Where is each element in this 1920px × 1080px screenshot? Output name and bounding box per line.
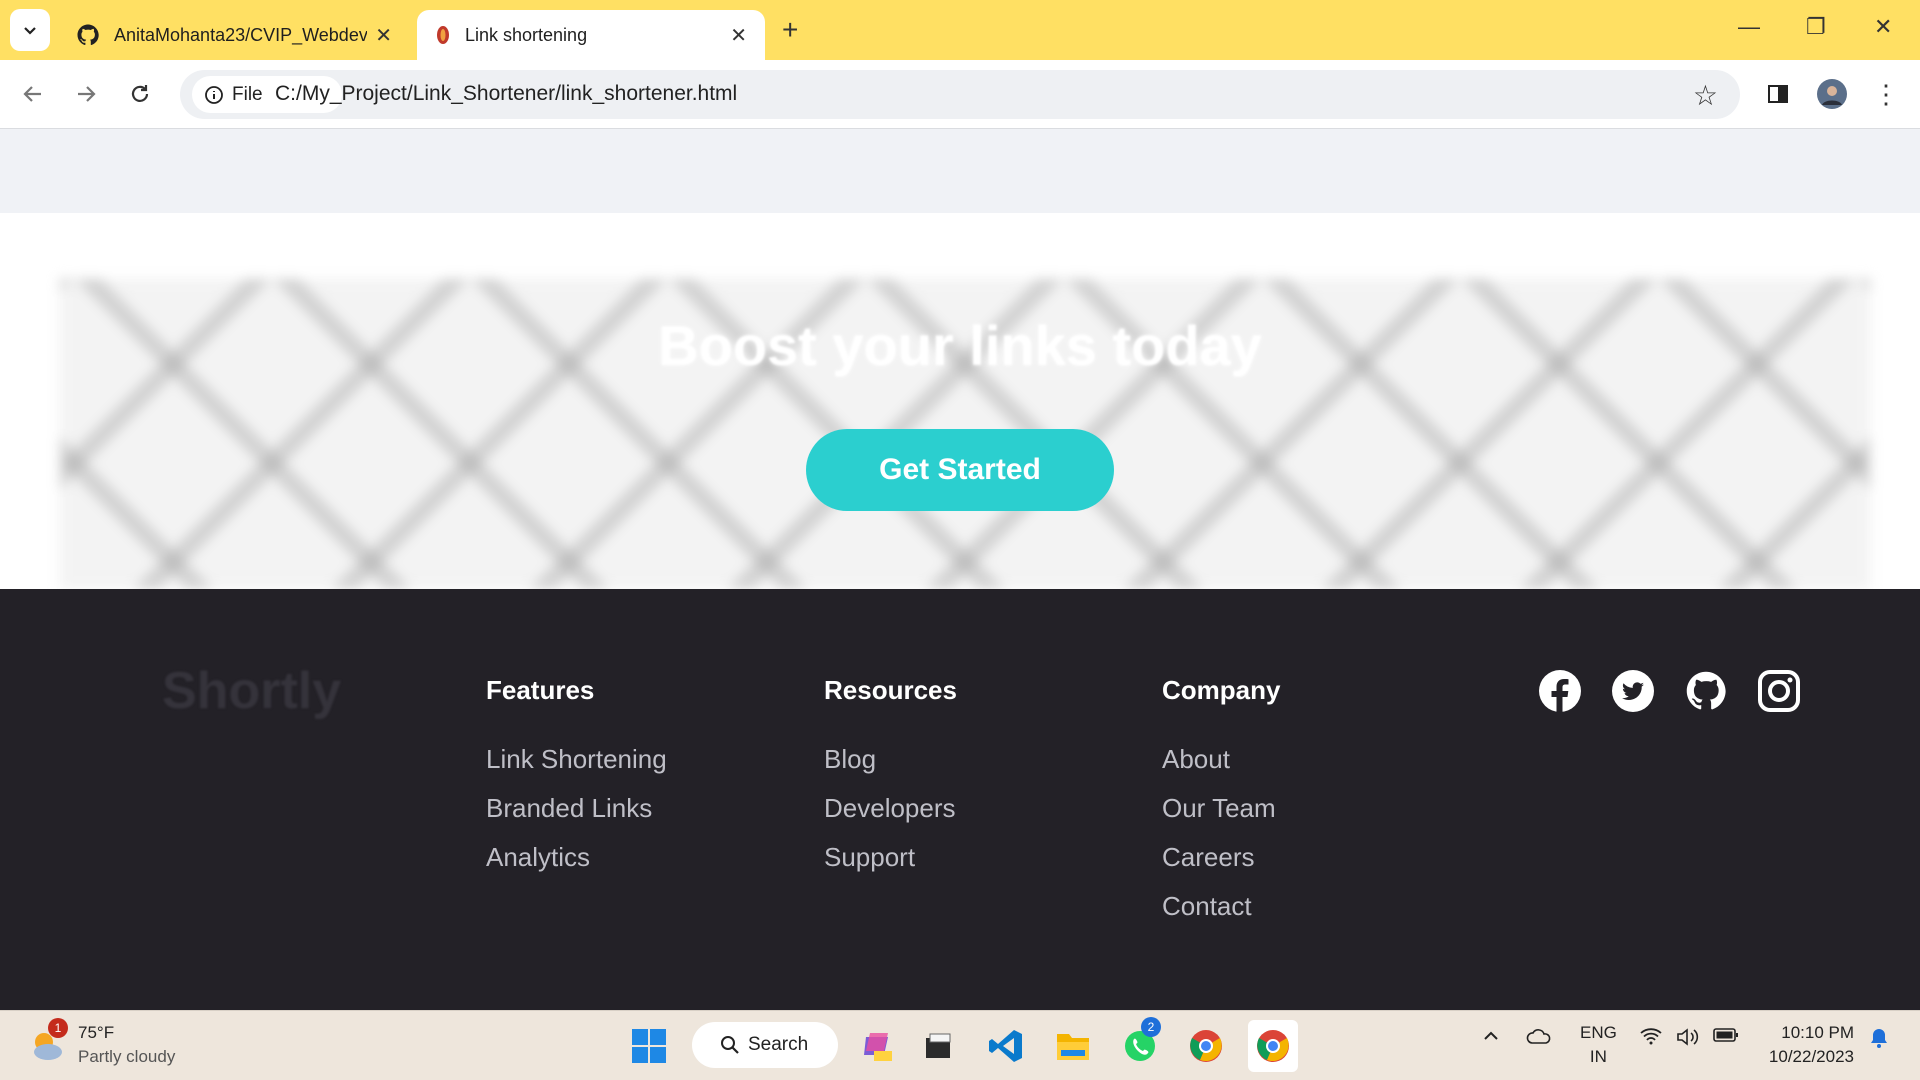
vscode-icon[interactable] (983, 1023, 1029, 1069)
footer-link[interactable]: Branded Links (486, 793, 667, 823)
tab-link-shortening[interactable]: Link shortening ✕ (417, 10, 765, 60)
get-started-button[interactable]: Get Started (806, 429, 1114, 511)
site-footer: Shortly Features Link Shortening Branded… (0, 589, 1920, 1010)
side-panel-button[interactable] (1762, 78, 1794, 110)
clock-date: 10/22/2023 (1768, 1047, 1854, 1066)
chrome-icon[interactable] (1183, 1023, 1229, 1069)
twitter-icon[interactable] (1611, 669, 1655, 713)
profile-avatar[interactable] (1816, 78, 1848, 110)
volume-icon[interactable] (1676, 1027, 1700, 1052)
footer-logo[interactable]: Shortly (162, 661, 341, 721)
taskbar-search[interactable]: Search (692, 1022, 838, 1068)
footer-column-features: Features Link Shortening Branded Links A… (486, 675, 667, 891)
wifi-icon[interactable] (1640, 1027, 1662, 1050)
tab-github[interactable]: AnitaMohanta23/CVIP_Webdev ✕ (58, 10, 410, 60)
start-button[interactable] (626, 1023, 672, 1069)
chrome-active-icon[interactable] (1248, 1020, 1298, 1072)
windows-logo-icon (632, 1029, 666, 1063)
scheme-label: File (232, 83, 263, 105)
onedrive-cloud-icon[interactable] (1526, 1027, 1552, 1050)
file-app-icon[interactable] (915, 1023, 961, 1069)
footer-link[interactable]: Support (824, 842, 957, 872)
github-icon (77, 24, 99, 46)
browser-toolbar: File C:/My_Project/Link_Shortener/link_s… (0, 60, 1920, 129)
footer-link[interactable]: Developers (824, 793, 957, 823)
forward-button[interactable] (70, 78, 102, 110)
lang-code: ENG (1580, 1023, 1617, 1042)
reload-button[interactable] (124, 78, 156, 110)
notification-bell-icon[interactable] (1868, 1027, 1890, 1054)
footer-link[interactable]: Our Team (1162, 793, 1280, 823)
browser-tab-strip: AnitaMohanta23/CVIP_Webdev ✕ Link shorte… (0, 0, 1920, 60)
back-button[interactable] (17, 78, 49, 110)
footer-link[interactable]: Contact (1162, 891, 1280, 921)
url-text[interactable]: C:/My_Project/Link_Shortener/link_shorte… (275, 82, 737, 106)
column-heading: Features (486, 675, 595, 705)
cta-section: Boost your links today Get Started (0, 213, 1920, 589)
search-label: Search (748, 1034, 809, 1055)
copilot-app-icon[interactable] (854, 1023, 900, 1069)
github-icon[interactable] (1684, 669, 1728, 713)
footer-column-company: Company About Our Team Careers Contact (1162, 675, 1280, 940)
side-panel-icon (1768, 85, 1788, 103)
whatsapp-icon[interactable]: 2 (1117, 1017, 1163, 1069)
footer-column-resources: Resources Blog Developers Support (824, 675, 957, 891)
footer-link[interactable]: About (1162, 744, 1280, 774)
battery-icon[interactable] (1713, 1027, 1739, 1048)
new-tab-button[interactable]: + (782, 14, 798, 46)
bookmark-star-icon[interactable]: ☆ (1693, 79, 1718, 112)
hero-title: Boost your links today (658, 314, 1262, 377)
chevron-up-icon[interactable] (1482, 1027, 1500, 1050)
footer-link[interactable]: Link Shortening (486, 744, 667, 774)
tab-title: AnitaMohanta23/CVIP_Webdev (114, 24, 368, 45)
close-tab-icon[interactable]: ✕ (375, 23, 392, 48)
menu-kebab-icon[interactable]: ⋮ (1870, 78, 1902, 110)
footer-link[interactable]: Blog (824, 744, 957, 774)
arrow-left-icon (23, 86, 41, 102)
windows-taskbar: 1 75°F Partly cloudy Search 2 ENG IN 10:… (0, 1010, 1920, 1080)
address-bar[interactable]: File C:/My_Project/Link_Shortener/link_s… (180, 70, 1740, 119)
file-explorer-icon[interactable] (1050, 1023, 1096, 1069)
search-icon (721, 1036, 739, 1054)
system-clock[interactable]: 10:10 PM 10/22/2023 (1758, 1021, 1854, 1069)
tab-title: Link shortening (465, 24, 588, 45)
clock-time: 10:10 PM (1781, 1023, 1854, 1042)
weather-widget[interactable]: 1 75°F Partly cloudy (26, 1018, 176, 1069)
minimize-icon[interactable]: — (1738, 14, 1760, 40)
language-indicator[interactable]: ENG IN (1580, 1021, 1617, 1069)
restore-icon[interactable]: ❐ (1806, 14, 1826, 40)
column-heading: Resources (824, 675, 957, 705)
instagram-icon[interactable] (1757, 669, 1801, 713)
weather-temp: 75°F (78, 1023, 115, 1042)
column-heading: Company (1162, 675, 1281, 705)
chevron-down-icon (24, 27, 36, 35)
whatsapp-badge: 2 (1141, 1017, 1161, 1037)
info-icon (205, 85, 223, 104)
arrow-right-icon (78, 86, 96, 102)
close-window-icon[interactable]: ✕ (1874, 14, 1892, 40)
partly-cloudy-icon: 1 (26, 1018, 68, 1066)
footer-link[interactable]: Careers (1162, 842, 1280, 872)
weather-badge: 1 (48, 1018, 68, 1038)
lang-region: IN (1589, 1047, 1607, 1066)
avatar-icon (1817, 79, 1847, 109)
tab-search-dropdown[interactable] (10, 9, 50, 51)
favicon-icon (437, 26, 449, 44)
facebook-icon[interactable] (1538, 669, 1582, 713)
page-top-band (0, 130, 1920, 213)
footer-link[interactable]: Analytics (486, 842, 667, 872)
close-tab-icon[interactable]: ✕ (730, 23, 747, 48)
reload-icon (131, 85, 149, 102)
weather-condition: Partly cloudy (78, 1047, 176, 1066)
